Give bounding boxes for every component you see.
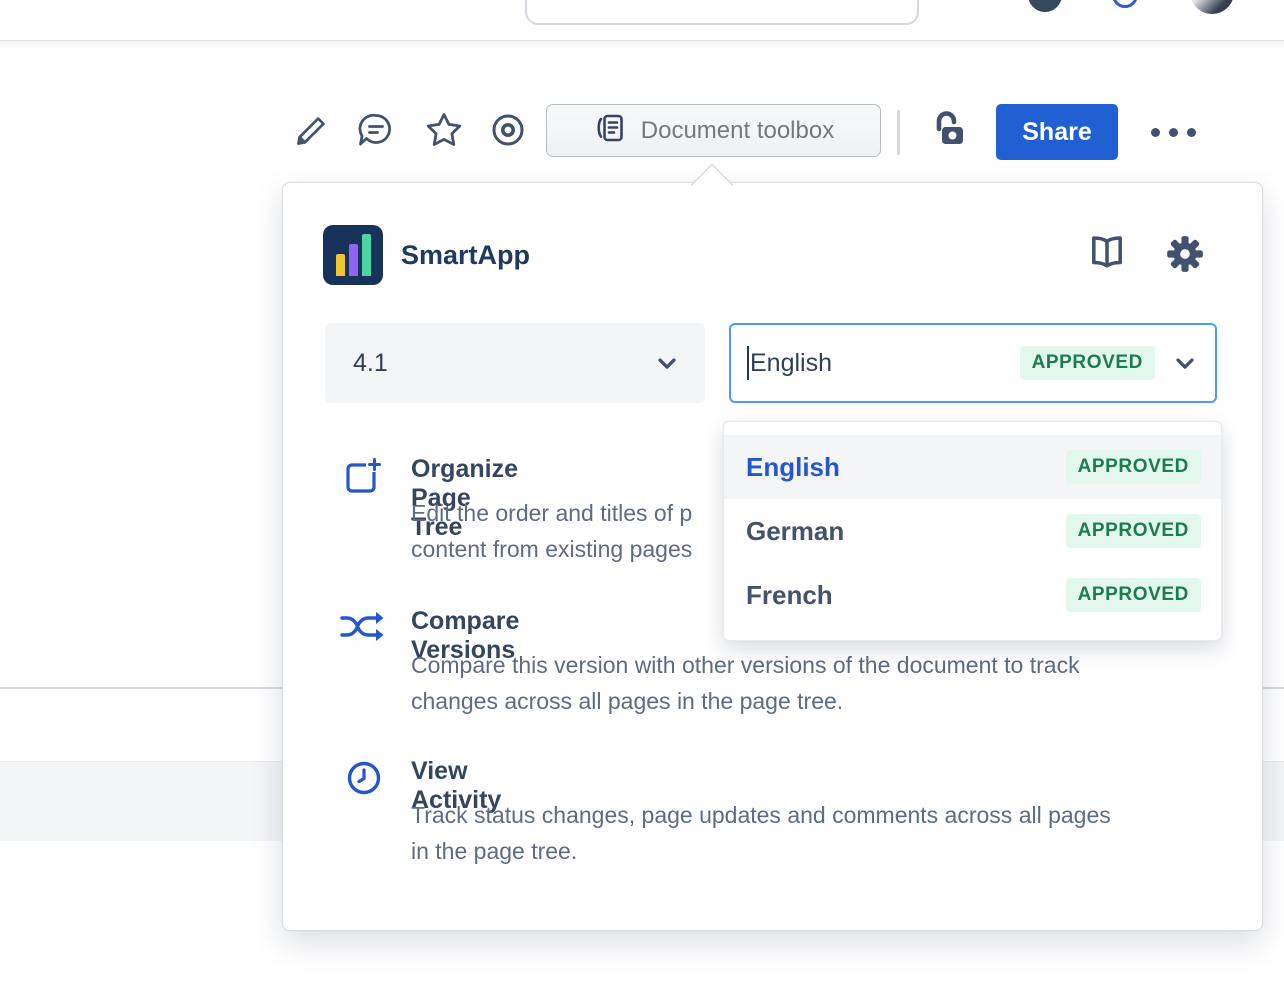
gear-icon [1164, 233, 1206, 280]
edit-button[interactable] [292, 112, 332, 152]
language-option-english[interactable]: English APPROVED [724, 435, 1221, 499]
unlock-button[interactable] [924, 108, 970, 154]
document-toolbox-icon [593, 111, 627, 150]
ellipsis-icon [1151, 128, 1160, 137]
language-select[interactable]: English APPROVED [729, 323, 1217, 403]
feature-description: Edit the order and titles of p content f… [411, 495, 692, 567]
unlock-icon [925, 107, 969, 156]
language-option-german[interactable]: German APPROVED [724, 499, 1221, 563]
topbar-shadow [0, 41, 1284, 49]
star-icon [424, 110, 464, 155]
more-actions-button[interactable] [1148, 104, 1198, 160]
document-toolbox-label: Document toolbox [641, 117, 834, 145]
version-select[interactable]: 4.1 [325, 323, 705, 403]
share-button[interactable]: Share [996, 104, 1118, 160]
watch-button[interactable] [488, 112, 528, 152]
document-toolbox-panel: SmartApp [282, 182, 1263, 931]
status-badge: APPROVED [1066, 514, 1201, 548]
smartapp-logo [323, 225, 383, 285]
toolbar-separator [897, 110, 900, 155]
text-cursor [747, 346, 749, 380]
watch-eye-icon [488, 110, 528, 155]
documentation-button[interactable] [1085, 233, 1129, 277]
chevron-down-icon [1171, 349, 1199, 377]
status-badge: APPROVED [1020, 346, 1155, 380]
chevron-down-icon [653, 349, 681, 377]
avatar[interactable] [1028, 0, 1062, 12]
logo-bar-yellow [336, 254, 345, 276]
avatar[interactable] [1190, 0, 1234, 14]
logo-bar-purple [349, 244, 358, 276]
version-value: 4.1 [353, 349, 653, 378]
language-dropdown-menu: English APPROVED German APPROVED French … [723, 421, 1222, 641]
global-search-input[interactable] [525, 0, 919, 25]
document-toolbox-button[interactable]: Document toolbox [546, 104, 881, 157]
feature-description: Compare this version with other versions… [411, 647, 1080, 719]
comment-bubble-icon [356, 110, 396, 155]
favorite-button[interactable] [424, 112, 464, 152]
language-value: English [750, 349, 1020, 378]
status-badge: APPROVED [1066, 578, 1201, 612]
organize-page-tree-icon [345, 457, 383, 500]
clock-icon [345, 759, 383, 802]
compare-versions-icon [339, 607, 385, 650]
status-badge: APPROVED [1066, 450, 1201, 484]
feature-description: Track status changes, page updates and c… [411, 797, 1111, 869]
settings-button[interactable] [1163, 234, 1207, 278]
help-icon[interactable] [1112, 0, 1138, 8]
book-icon [1085, 231, 1129, 280]
pencil-icon [293, 111, 331, 154]
comments-button[interactable] [356, 112, 396, 152]
screen: Document toolbox Share SmartApp [0, 0, 1284, 1006]
logo-bar-green [362, 234, 371, 276]
app-title: SmartApp [401, 240, 530, 271]
language-option-french[interactable]: French APPROVED [724, 563, 1221, 627]
